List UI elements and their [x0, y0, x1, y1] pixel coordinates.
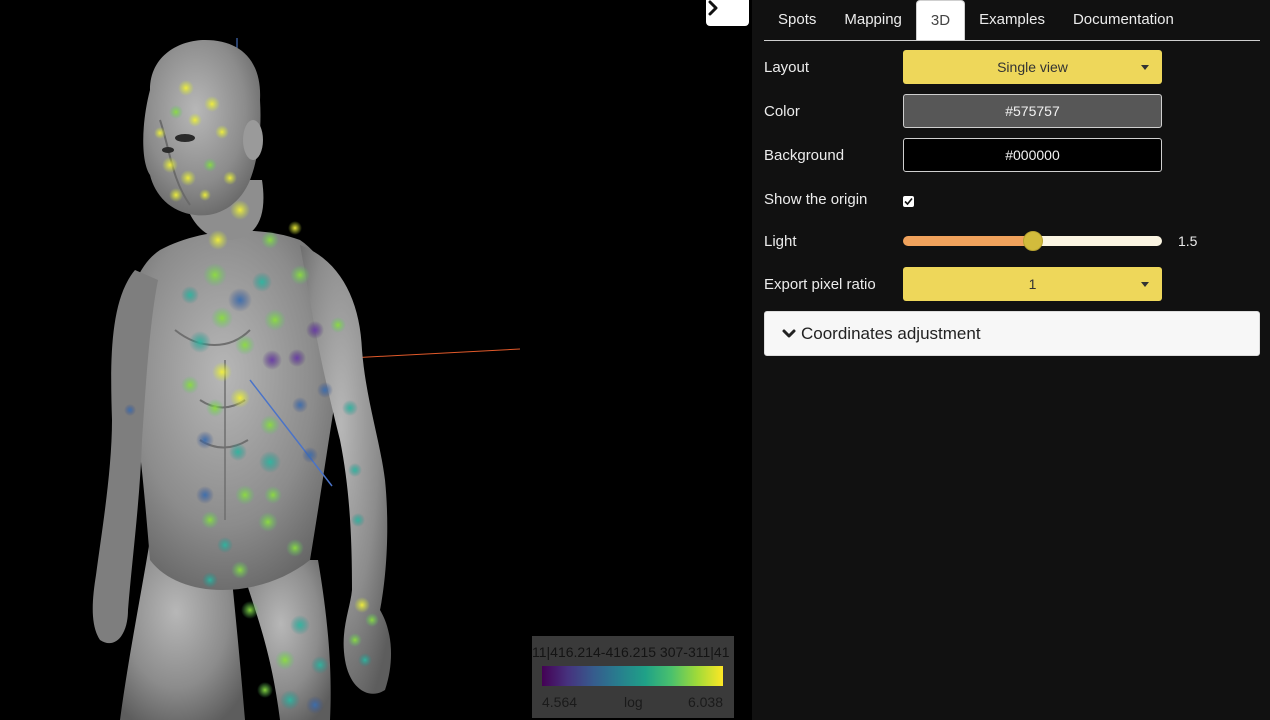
layout-value: Single view [997, 59, 1068, 75]
colorbar-title: 11|416.214-416.215 307-311|41 [532, 644, 730, 660]
color-picker[interactable]: #575757 [903, 94, 1162, 128]
3d-viewport[interactable]: 11|416.214-416.215 307-311|41 4.564 log … [0, 0, 752, 720]
show-origin-label: Show the origin [764, 190, 868, 208]
colorbar-gradient [542, 666, 723, 686]
tab-bar: Spots Mapping 3D Examples Documentation [764, 0, 1260, 41]
layout-label: Layout [764, 58, 810, 76]
export-ratio-row: Export pixel ratio 1 [764, 267, 1260, 301]
chevron-down-icon [782, 329, 796, 337]
tab-documentation[interactable]: Documentation [1059, 0, 1188, 40]
show-origin-checkbox[interactable] [903, 195, 914, 207]
colorbar-max: 6.038 [687, 694, 723, 710]
check-icon [904, 197, 913, 205]
light-row: Light 1.5 [764, 224, 1260, 258]
light-slider-track [1033, 236, 1162, 246]
settings-panel: Spots Mapping 3D Examples Documentation … [752, 0, 1270, 720]
toggle-panel-button[interactable] [706, 0, 749, 26]
light-slider-thumb[interactable] [1023, 231, 1043, 251]
export-ratio-label: Export pixel ratio [764, 275, 876, 293]
colorbar-legend: 11|416.214-416.215 307-311|41 4.564 log … [532, 636, 734, 718]
export-ratio-select[interactable]: 1 [903, 267, 1162, 301]
light-label: Light [764, 232, 797, 250]
show-origin-row: Show the origin [764, 182, 1260, 216]
light-slider[interactable] [903, 231, 1162, 251]
tab-spots[interactable]: Spots [764, 0, 830, 40]
coordinates-adjustment-accordion[interactable]: Coordinates adjustment [764, 311, 1260, 356]
tab-examples[interactable]: Examples [965, 0, 1059, 40]
human-model-render [92, 38, 521, 720]
tab-mapping[interactable]: Mapping [830, 0, 916, 40]
background-label: Background [764, 146, 845, 164]
color-label: Color [764, 102, 800, 120]
caret-down-icon [1141, 282, 1149, 287]
colorbar-min: 4.564 [542, 694, 578, 710]
coordinates-adjustment-label: Coordinates adjustment [801, 323, 981, 343]
export-ratio-value: 1 [1028, 276, 1037, 292]
light-value: 1.5 [1178, 233, 1198, 249]
color-row: Color #575757 [764, 94, 1260, 128]
tab-3d[interactable]: 3D [915, 0, 966, 40]
layout-select[interactable]: Single view [903, 50, 1162, 84]
background-picker[interactable]: #000000 [903, 138, 1162, 172]
colorbar-scale: log [624, 694, 643, 710]
background-row: Background #000000 [764, 138, 1260, 172]
light-slider-fill [903, 236, 1033, 246]
caret-down-icon [1141, 65, 1149, 70]
chevron-right-icon [708, 0, 718, 16]
layout-row: Layout Single view [764, 50, 1260, 84]
